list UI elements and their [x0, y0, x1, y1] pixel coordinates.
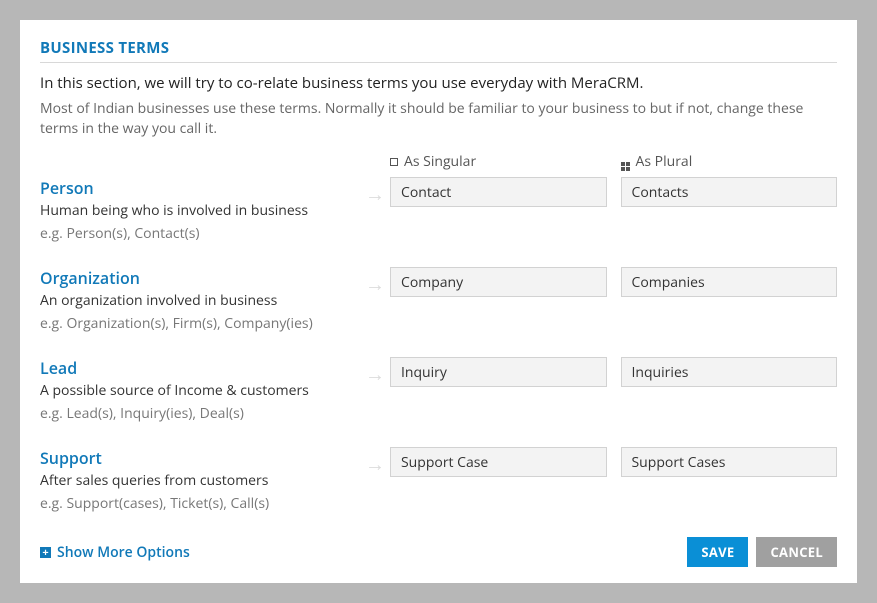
singular-icon: [390, 152, 398, 171]
term-row-lead: Lead A possible source of Income & custo…: [40, 357, 837, 423]
term-example: e.g. Lead(s), Inquiry(ies), Deal(s): [40, 404, 360, 423]
cancel-button[interactable]: CANCEL: [756, 537, 837, 567]
section-title: BUSINESS TERMS: [40, 38, 837, 63]
business-terms-card: BUSINESS TERMS In this section, we will …: [20, 20, 857, 583]
show-more-options[interactable]: + Show More Options: [40, 543, 190, 562]
save-button[interactable]: SAVE: [687, 537, 748, 567]
term-label: Organization: [40, 267, 360, 289]
lead-singular-input[interactable]: [390, 357, 607, 387]
organization-singular-input[interactable]: [390, 267, 607, 297]
term-example: e.g. Organization(s), Firm(s), Company(i…: [40, 314, 360, 333]
support-plural-input[interactable]: [621, 447, 838, 477]
term-row-organization: Organization An organization involved in…: [40, 267, 837, 333]
footer: + Show More Options SAVE CANCEL: [40, 537, 837, 567]
term-desc: An organization involved in business: [40, 291, 360, 310]
term-desc: A possible source of Income & customers: [40, 381, 360, 400]
person-plural-input[interactable]: [621, 177, 838, 207]
term-label: Lead: [40, 357, 360, 379]
column-headers: As Singular As Plural: [40, 152, 837, 171]
plural-header-label: As Plural: [636, 152, 693, 171]
organization-plural-input[interactable]: [621, 267, 838, 297]
term-label: Support: [40, 447, 360, 469]
plus-icon: +: [40, 547, 51, 558]
term-desc: After sales queries from customers: [40, 471, 360, 490]
term-row-support: Support After sales queries from custome…: [40, 447, 837, 513]
intro-text: In this section, we will try to co-relat…: [40, 73, 837, 93]
arrow-right-icon: →: [360, 177, 390, 209]
singular-header: As Singular: [390, 152, 607, 171]
arrow-right-icon: →: [360, 357, 390, 389]
plural-header: As Plural: [621, 152, 838, 171]
term-desc: Human being who is involved in business: [40, 201, 360, 220]
person-singular-input[interactable]: [390, 177, 607, 207]
show-more-label: Show More Options: [57, 543, 190, 562]
subintro-text: Most of Indian businesses use these term…: [40, 99, 837, 138]
arrow-right-icon: →: [360, 447, 390, 479]
term-label: Person: [40, 177, 360, 199]
lead-plural-input[interactable]: [621, 357, 838, 387]
term-row-person: Person Human being who is involved in bu…: [40, 177, 837, 243]
singular-header-label: As Singular: [404, 152, 476, 171]
term-example: e.g. Support(cases), Ticket(s), Call(s): [40, 494, 360, 513]
term-example: e.g. Person(s), Contact(s): [40, 224, 360, 243]
arrow-right-icon: →: [360, 267, 390, 299]
support-singular-input[interactable]: [390, 447, 607, 477]
plural-icon: [621, 152, 630, 171]
